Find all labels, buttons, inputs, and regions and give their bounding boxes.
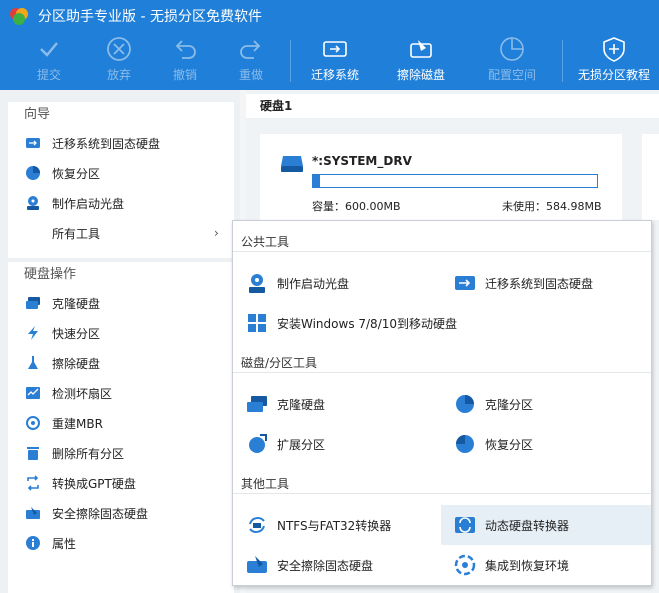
toolbar-divider [290,40,291,82]
wipe-disk-icon [407,32,435,66]
secure-erase-icon [24,504,42,522]
wizard-heading: 向导 [24,107,51,122]
window-title: 分区助手专业版 - 无损分区免费软件 [38,9,262,25]
usage-bar [312,174,598,188]
sidebar-item-rebuild-mbr[interactable]: 重建MBR [8,408,234,438]
all-tools-menu: 公共工具 制作启动光盘 迁移系统到固态硬盘 安装Windows 7/8/10到移… [232,220,652,586]
all-tools-icon [24,224,42,242]
partition-card[interactable]: *:SYSTEM_DRV 容量：600.00MB 未使用：584.98MB [260,134,622,220]
sidebar-item-quick-partition[interactable]: 快速分区 [8,318,234,348]
disk-ops-heading: 硬盘操作 [24,267,77,282]
delete-all-icon [24,444,42,462]
menu-item-clone-partition[interactable]: 克隆分区 [449,384,645,424]
undo-button[interactable]: 撤销 [160,32,210,90]
extend-partition-icon [245,432,269,456]
recover-partition-icon [24,164,42,182]
menu-item-migrate-ssd[interactable]: 迁移系统到固态硬盘 [449,263,645,303]
drive-icon [280,154,304,177]
secure-erase-icon [245,553,269,577]
quick-partition-icon [24,324,42,342]
migrate-os-icon [321,32,349,66]
menu-item-secure-erase[interactable]: 安全擦除固态硬盘 [241,545,441,585]
app-logo-icon [8,5,30,27]
allocate-space-icon [498,32,526,66]
sidebar-item-migrate-ssd[interactable]: 迁移系统到固态硬盘 [8,128,234,158]
sidebar-item-secure-erase[interactable]: 安全擦除固态硬盘 [8,498,234,528]
sidebar-item-convert-gpt[interactable]: 转换成GPT硬盘 [8,468,234,498]
sidebar-item-boot-disc[interactable]: 制作启动光盘 [8,188,234,218]
migrate-ssd-icon [453,271,477,295]
chevron-right-icon: › [214,226,219,240]
clone-partition-icon [453,392,477,416]
sidebar: 向导 迁移系统到固态硬盘 恢复分区 制作启动光盘 所有工具 › 硬盘操作 克隆硬… [0,90,240,593]
section-public-tools: 公共工具 [241,235,290,249]
submit-icon [37,32,61,66]
redo-button[interactable]: 重做 [226,32,276,90]
boot-disc-icon [245,271,269,295]
partition-name: *:SYSTEM_DRV [312,154,412,168]
menu-item-clone-disk[interactable]: 克隆硬盘 [241,384,441,424]
wipe-disk-button[interactable]: 擦除磁盘 [388,32,454,90]
disk-ops-panel: 硬盘操作 克隆硬盘 快速分区 擦除硬盘 检测坏扇区 重建MBR 删除所有分区 转… [8,262,234,593]
sidebar-item-properties[interactable]: 属性 [8,528,234,558]
undo-icon [172,32,198,66]
recovery-env-icon [453,553,477,577]
section-divider [233,251,651,252]
menu-item-recovery-env[interactable]: 集成到恢复环境 [449,545,645,585]
menu-item-extend-partition[interactable]: 扩展分区 [241,424,441,464]
discard-icon [106,32,132,66]
unused-label: 未使用：584.98MB [502,200,602,213]
bad-sector-icon [24,384,42,402]
ntfs-fat32-icon [245,513,269,537]
menu-item-install-windows[interactable]: 安装Windows 7/8/10到移动硬盘 [241,303,641,343]
sidebar-item-bad-sector[interactable]: 检测坏扇区 [8,378,234,408]
allocate-space-button[interactable]: 配置空间 [478,32,546,90]
redo-icon [238,32,264,66]
menu-item-recover-partition[interactable]: 恢复分区 [449,424,645,464]
sidebar-item-all-tools[interactable]: 所有工具 › [8,218,234,248]
menu-item-ntfs-fat32[interactable]: NTFS与FAT32转换器 [241,505,441,545]
usage-bar-fill [313,175,321,187]
clone-disk-icon [24,294,42,312]
recover-partition-icon [453,432,477,456]
boot-disc-icon [24,194,42,212]
capacity-label: 容量：600.00MB [312,200,401,213]
section-divider [233,493,651,494]
sidebar-item-delete-all[interactable]: 删除所有分区 [8,438,234,468]
rebuild-mbr-icon [24,414,42,432]
toolbar-divider [562,40,563,82]
menu-item-boot-disc[interactable]: 制作启动光盘 [241,263,441,303]
migrate-os-button[interactable]: 迁移系统 [302,32,368,90]
tutorial-button[interactable]: 无损分区教程 [574,32,654,90]
wipe-disk-icon [24,354,42,372]
section-divider [233,372,651,373]
section-other-tools: 其他工具 [241,477,290,491]
convert-gpt-icon [24,474,42,492]
partition-card-edge [642,134,659,220]
disk-tab[interactable]: 硬盘1 [246,94,659,118]
sidebar-item-clone-disk[interactable]: 克隆硬盘 [8,288,234,318]
sidebar-item-recover-partition[interactable]: 恢复分区 [8,158,234,188]
shield-icon [601,32,627,66]
wizard-panel: 向导 迁移系统到固态硬盘 恢复分区 制作启动光盘 所有工具 › [8,102,234,258]
migrate-ssd-icon [24,134,42,152]
submit-button[interactable]: 提交 [24,32,74,90]
windows-icon [245,311,269,335]
sidebar-item-wipe-disk[interactable]: 擦除硬盘 [8,348,234,378]
info-icon [24,534,42,552]
clone-disk-icon [245,392,269,416]
title-bar: 分区助手专业版 - 无损分区免费软件 [0,0,659,32]
menu-item-dynamic-disk[interactable]: 动态硬盘转换器 [441,505,651,545]
discard-button[interactable]: 放弃 [94,32,144,90]
dynamic-disk-icon [453,513,477,537]
toolbar: 提交 放弃 撤销 重做 迁移系统 擦除磁盘 配置空间 无损分区教程 [0,32,659,90]
section-disk-partition-tools: 磁盘/分区工具 [241,356,318,370]
